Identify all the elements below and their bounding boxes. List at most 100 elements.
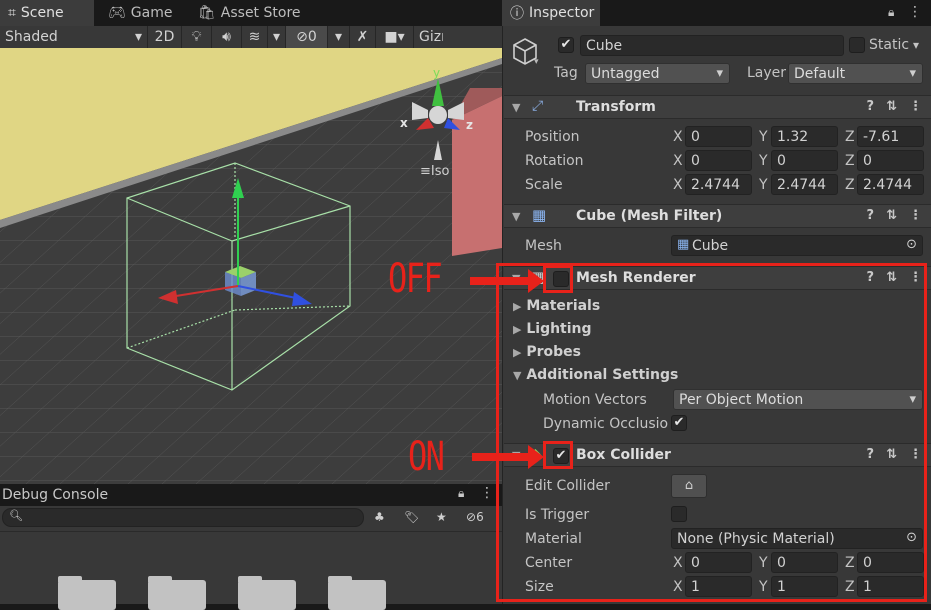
static-label: Static	[869, 37, 910, 53]
effects-dropdown-arrow-icon[interactable]: ▾	[268, 26, 286, 48]
lock-icon[interactable]: 🔒︎	[888, 5, 894, 20]
icon-dropdown-arrow-icon[interactable]: ▾	[534, 57, 539, 67]
help-icon[interactable]: ?	[867, 208, 875, 223]
axis-z-label: Z	[845, 177, 855, 193]
annotation-highlight-box	[496, 263, 927, 602]
static-dropdown-arrow-icon[interactable]: ▾	[913, 38, 919, 52]
axis-x-label: X	[673, 177, 683, 193]
layer-label: Layer	[747, 65, 787, 81]
object-active-checkbox[interactable]: ✔	[558, 37, 574, 53]
mode-2d-button[interactable]: 2D	[148, 26, 182, 48]
red-object	[452, 96, 502, 256]
folder-icon[interactable]	[148, 576, 206, 610]
position-label: Position	[525, 129, 580, 145]
position-x-field[interactable]: 0	[685, 126, 752, 147]
filter-types-icon[interactable]: ♣	[374, 510, 385, 524]
rotation-y-field[interactable]: 0	[771, 150, 838, 171]
axis-z-label: Z	[845, 153, 855, 169]
scale-label: Scale	[525, 177, 563, 193]
inspector-menu-icon[interactable]: ⋮	[908, 4, 922, 20]
transform-icon: ⤢	[532, 98, 544, 114]
tag-filter-icon[interactable]: 🏷︎	[404, 510, 419, 524]
star-icon[interactable]: ★	[436, 510, 447, 524]
tag-dropdown[interactable]: Untagged	[585, 63, 730, 84]
axis-y-label: Y	[759, 177, 768, 193]
eye-slash-icon: ⊘	[296, 29, 308, 45]
scale-z-field[interactable]: 2.4744	[857, 174, 924, 195]
mesh-filter-icon: ▦	[532, 206, 547, 224]
camera-settings-icon[interactable]: ■▾	[376, 26, 414, 48]
scale-x-field[interactable]: 2.4744	[685, 174, 752, 195]
axis-y-label: Y	[759, 129, 768, 145]
shading-mode-dropdown[interactable]: Shaded ▾	[0, 26, 148, 48]
folder-icon[interactable]	[328, 576, 386, 610]
object-picker-icon[interactable]: ⊙	[906, 237, 917, 252]
annotation-on-arrow	[472, 445, 544, 469]
grid-icon: ⌗	[8, 5, 16, 21]
component-menu-icon[interactable]: ⋮	[909, 208, 922, 223]
annotation-on-checkbox-box	[543, 441, 573, 469]
hidden-dropdown-arrow-icon[interactable]: ▾	[328, 26, 350, 48]
presets-icon[interactable]: ⇅	[886, 208, 897, 223]
cube-object[interactable]	[225, 266, 256, 296]
mesh-label: Mesh	[525, 238, 562, 254]
menu-lines-icon: ≡	[420, 164, 431, 179]
folder-icon[interactable]	[238, 576, 296, 610]
transform-header[interactable]: ▼ ⤢ Transform ? ⇅ ⋮	[504, 95, 931, 119]
shopping-bag-icon: 🛍︎	[198, 5, 216, 21]
axis-y-label: y	[433, 66, 441, 80]
lighting-toggle-icon[interactable]: 💡︎	[182, 26, 212, 48]
static-checkbox[interactable]	[849, 37, 865, 53]
position-z-field[interactable]: -7.61	[857, 126, 924, 147]
console-title[interactable]: Debug Console	[2, 487, 108, 503]
annotation-off-checkbox-box	[543, 265, 573, 293]
console-toolbar: 🔍︎ ♣ 🏷︎ ★ ⊘6	[0, 506, 502, 531]
effects-toggle-icon[interactable]: ≋	[242, 26, 268, 48]
component-menu-icon[interactable]: ⋮	[909, 99, 922, 114]
axis-x-label: X	[673, 129, 683, 145]
projection-toggle[interactable]: ≡Iso	[420, 164, 449, 179]
tab-game[interactable]: 🎮︎ Game	[100, 0, 180, 26]
dropdown-arrow-icon: ▾	[134, 29, 142, 45]
axis-x-label: x	[400, 116, 408, 130]
console-menu-icon[interactable]: ⋮	[480, 485, 494, 501]
rotation-x-field[interactable]: 0	[685, 150, 752, 171]
object-name-field[interactable]: Cube	[580, 35, 844, 56]
rotation-z-field[interactable]: 0	[857, 150, 924, 171]
project-browser	[0, 531, 502, 610]
hidden-count-toggle[interactable]: ⊘6	[466, 510, 484, 524]
info-icon: ⓘ	[510, 6, 524, 22]
tools-icon[interactable]: ✗	[350, 26, 376, 48]
audio-toggle-icon[interactable]: 🔊︎	[212, 26, 242, 48]
mesh-object-field[interactable]: ▦ Cube ⊙	[671, 235, 923, 256]
presets-icon[interactable]: ⇅	[886, 99, 897, 114]
tab-asset-store[interactable]: 🛍︎ Asset Store	[190, 0, 309, 26]
console-header: Debug Console 🔒︎ ⋮	[0, 484, 502, 506]
help-icon[interactable]: ?	[867, 99, 875, 114]
axis-y-label: Y	[759, 153, 768, 169]
mesh-icon: ▦	[677, 237, 690, 252]
mesh-filter-title: Cube (Mesh Filter)	[576, 208, 723, 224]
collapse-arrow-icon[interactable]: ▼	[512, 101, 520, 114]
scene-tab-bar: ⌗ Scene 🎮︎ Game 🛍︎ Asset Store	[0, 0, 502, 26]
transform-title: Transform	[576, 99, 656, 115]
layer-dropdown[interactable]: Default	[788, 63, 923, 84]
rotation-label: Rotation	[525, 153, 584, 169]
tab-scene[interactable]: ⌗ Scene	[0, 0, 94, 26]
axis-z-label: z	[466, 118, 473, 132]
mesh-filter-header[interactable]: ▼ ▦ Cube (Mesh Filter) ? ⇅ ⋮	[504, 204, 931, 228]
annotation-off-label: OFF	[388, 256, 443, 302]
lock-icon[interactable]: 🔒︎	[458, 486, 464, 501]
folder-icon[interactable]	[58, 576, 116, 610]
tab-inspector[interactable]: ⓘ Inspector	[502, 0, 600, 26]
position-y-field[interactable]: 1.32	[771, 126, 838, 147]
console-search-input[interactable]: 🔍︎	[2, 508, 364, 527]
hidden-objects-toggle[interactable]: ⊘ 0	[286, 26, 328, 48]
scale-y-field[interactable]: 2.4744	[771, 174, 838, 195]
search-icon: 🔍︎	[9, 509, 23, 522]
scene-toolbar: Shaded▾ 2D 💡︎ 🔊︎ ≋ ▾ ⊘0 ▾ ✗ ■▾ Gizmos	[0, 26, 502, 48]
annotation-off-arrow	[470, 269, 544, 293]
collapse-arrow-icon[interactable]: ▼	[512, 210, 520, 223]
gizmos-dropdown[interactable]: Gizmos	[414, 26, 448, 48]
eye-slash-icon: ⊘	[466, 510, 477, 524]
